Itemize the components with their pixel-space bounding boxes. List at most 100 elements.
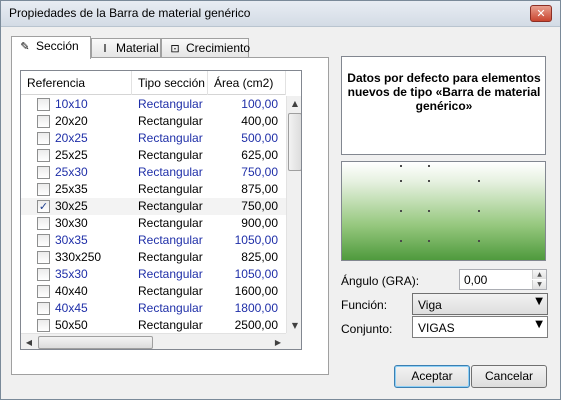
spin-up-icon[interactable]: ▲ xyxy=(532,270,546,279)
table-row[interactable]: 30x30 Rectangular 900,00 xyxy=(21,215,286,232)
table-row[interactable]: 330x250 Rectangular 825,00 xyxy=(21,249,286,266)
row-checkbox[interactable] xyxy=(37,319,50,332)
tab-seccion-label: Sección xyxy=(36,39,79,53)
close-button[interactable]: ✕ xyxy=(530,5,552,22)
scroll-right-arrow-icon[interactable]: ▶ xyxy=(270,334,286,349)
chevron-down-icon: ▼ xyxy=(535,296,543,307)
row-checkbox[interactable] xyxy=(37,217,50,230)
preview-dot xyxy=(400,240,402,242)
cell-area: 1800,00 xyxy=(234,301,278,315)
cell-referencia: 20x20 xyxy=(55,114,88,128)
growth-icon: ⊡ xyxy=(170,42,180,55)
tab-seccion[interactable]: ✎ Sección xyxy=(11,36,91,59)
cell-referencia: 25x35 xyxy=(55,182,88,196)
tab-material-label: Material xyxy=(116,41,159,55)
preview-dot xyxy=(428,210,430,212)
cancel-button[interactable]: Cancelar xyxy=(471,365,547,388)
cell-tipo-seccion: Rectangular xyxy=(138,165,203,179)
accept-button[interactable]: Aceptar xyxy=(394,365,470,388)
scroll-up-arrow-icon[interactable]: ▲ xyxy=(287,96,301,112)
spin-down-icon[interactable]: ▼ xyxy=(532,280,546,289)
cell-tipo-seccion: Rectangular xyxy=(138,97,203,111)
table-row[interactable]: ✓ 30x25 Rectangular 750,00 xyxy=(21,198,286,215)
cell-area: 100,00 xyxy=(241,97,278,111)
cell-referencia: 40x45 xyxy=(55,301,88,315)
row-checkbox[interactable] xyxy=(37,98,50,111)
list-rows: 10x10 Rectangular 100,00 20x20 Rectangular 40… xyxy=(21,96,286,334)
cell-referencia: 30x25 xyxy=(55,199,88,213)
column-header-area[interactable]: Área (cm2) xyxy=(208,71,286,95)
row-checkbox[interactable] xyxy=(37,183,50,196)
column-header-tipo-seccion[interactable]: Tipo sección xyxy=(132,71,208,95)
preview-dot xyxy=(478,210,480,212)
cell-area: 750,00 xyxy=(241,199,278,213)
row-checkbox[interactable] xyxy=(37,132,50,145)
cell-tipo-seccion: Rectangular xyxy=(138,216,203,230)
cell-referencia: 25x25 xyxy=(55,148,88,162)
column-header-referencia[interactable]: Referencia xyxy=(21,71,132,95)
row-checkbox[interactable] xyxy=(37,302,50,315)
table-row[interactable]: 35x30 Rectangular 1050,00 xyxy=(21,266,286,283)
row-checkbox[interactable] xyxy=(37,285,50,298)
table-row[interactable]: 40x45 Rectangular 1800,00 xyxy=(21,300,286,317)
cell-area: 1050,00 xyxy=(234,233,278,247)
table-row[interactable]: 30x35 Rectangular 1050,00 xyxy=(21,232,286,249)
table-row[interactable]: 25x35 Rectangular 875,00 xyxy=(21,181,286,198)
i-beam-icon: I xyxy=(103,42,107,55)
list-header: Referencia Tipo sección Área (cm2) xyxy=(21,71,286,95)
section-preview xyxy=(341,161,546,261)
row-checkbox[interactable]: ✓ xyxy=(37,200,50,213)
conjunto-value: VIGAS xyxy=(418,321,455,335)
row-checkbox[interactable] xyxy=(37,234,50,247)
row-checkbox[interactable] xyxy=(37,149,50,162)
funcion-value: Viga xyxy=(418,298,442,312)
cell-referencia: 25x30 xyxy=(55,165,88,179)
info-box: Datos por defecto para elementos nuevos … xyxy=(341,56,546,155)
preview-dot xyxy=(428,180,430,182)
preview-dot xyxy=(428,165,430,167)
table-row[interactable]: 25x25 Rectangular 625,00 xyxy=(21,147,286,164)
tab-material[interactable]: I Material xyxy=(91,38,161,58)
table-row[interactable]: 50x50 Rectangular 2500,00 xyxy=(21,317,286,334)
conjunto-label: Conjunto: xyxy=(341,322,393,336)
funcion-select[interactable]: Viga ▼ xyxy=(412,293,548,315)
preview-dot xyxy=(400,165,402,167)
scroll-down-arrow-icon[interactable]: ▼ xyxy=(287,318,301,334)
horizontal-scrollbar[interactable]: ◀ ▶ xyxy=(21,333,286,349)
title-bar[interactable]: Propiedades de la Barra de material gené… xyxy=(1,1,560,27)
row-checkbox[interactable] xyxy=(37,115,50,128)
table-row[interactable]: 10x10 Rectangular 100,00 xyxy=(21,96,286,113)
preview-dot xyxy=(478,180,480,182)
chevron-down-icon: ▼ xyxy=(535,319,543,330)
table-row[interactable]: 25x30 Rectangular 750,00 xyxy=(21,164,286,181)
cell-tipo-seccion: Rectangular xyxy=(138,250,203,264)
vertical-scroll-thumb[interactable] xyxy=(288,113,301,171)
table-row[interactable]: 40x40 Rectangular 1600,00 xyxy=(21,283,286,300)
cell-referencia: 20x25 xyxy=(55,131,88,145)
conjunto-select[interactable]: VIGAS ▼ xyxy=(412,316,548,338)
cell-tipo-seccion: Rectangular xyxy=(138,182,203,196)
section-list[interactable]: Referencia Tipo sección Área (cm2) 10x10… xyxy=(20,70,302,350)
cell-tipo-seccion: Rectangular xyxy=(138,301,203,315)
cell-tipo-seccion: Rectangular xyxy=(138,233,203,247)
preview-dot xyxy=(400,180,402,182)
properties-dialog: Propiedades de la Barra de material gené… xyxy=(0,0,561,400)
row-checkbox[interactable] xyxy=(37,268,50,281)
table-row[interactable]: 20x20 Rectangular 400,00 xyxy=(21,113,286,130)
horizontal-scroll-thumb[interactable] xyxy=(38,336,153,349)
cell-tipo-seccion: Rectangular xyxy=(138,114,203,128)
angle-spinner[interactable]: 0,00 ▲ ▼ xyxy=(459,269,547,290)
table-row[interactable]: 20x25 Rectangular 500,00 xyxy=(21,130,286,147)
scroll-left-arrow-icon[interactable]: ◀ xyxy=(21,334,37,349)
info-text: Datos por defecto para elementos nuevos … xyxy=(347,71,541,113)
cell-referencia: 50x50 xyxy=(55,318,88,332)
row-checkbox[interactable] xyxy=(37,166,50,179)
row-checkbox[interactable] xyxy=(37,251,50,264)
cell-area: 2500,00 xyxy=(234,318,278,332)
tab-crecimiento[interactable]: ⊡ Crecimiento xyxy=(161,38,250,58)
vertical-scrollbar[interactable]: ▲ ▼ xyxy=(286,96,301,334)
cell-referencia: 30x30 xyxy=(55,216,88,230)
cell-area: 900,00 xyxy=(241,216,278,230)
cell-tipo-seccion: Rectangular xyxy=(138,131,203,145)
angle-value[interactable]: 0,00 xyxy=(464,273,487,287)
